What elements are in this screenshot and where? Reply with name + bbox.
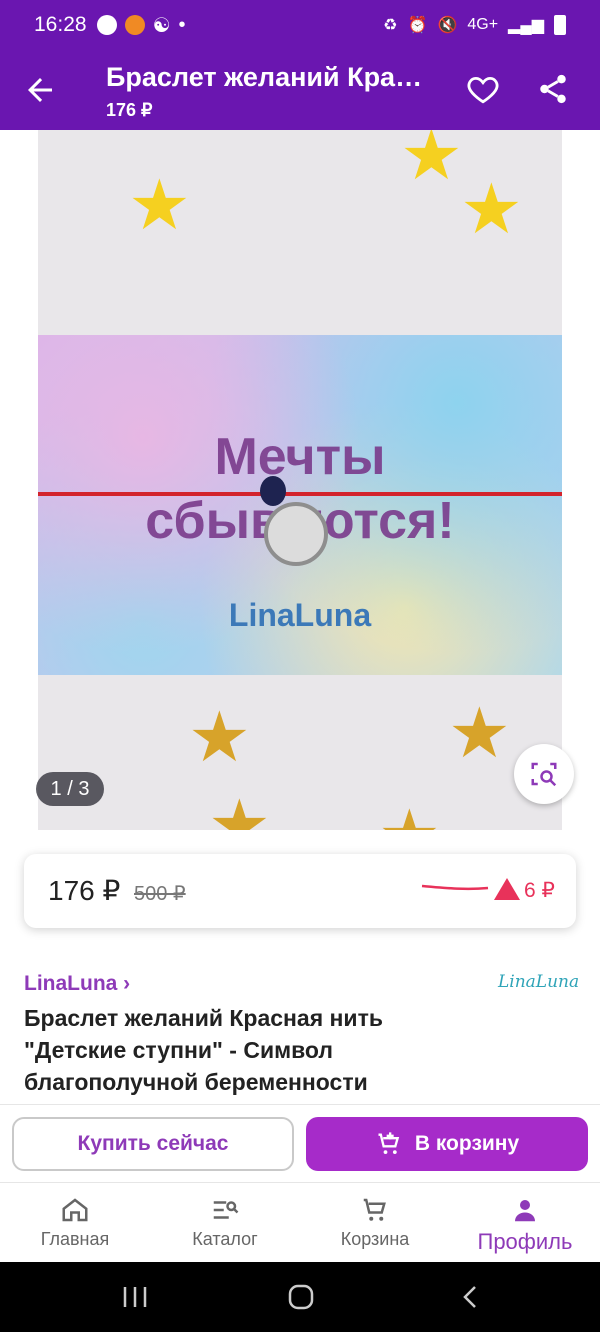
add-to-cart-button[interactable]: В корзину <box>306 1117 588 1171</box>
network-type: 4G+ <box>467 16 499 33</box>
price-change: 6 ₽ <box>524 879 555 902</box>
price-up-icon <box>494 878 520 900</box>
price-trend-icon <box>421 884 489 891</box>
bottom-navigation: Главная Каталог Корзина Профиль <box>0 1182 600 1262</box>
page-subtitle-price: 176 ₽ <box>106 100 153 120</box>
price-card[interactable]: 176 ₽ 500 ₽ 6 ₽ <box>24 854 576 928</box>
footprints-charm <box>264 502 328 566</box>
star-decoration: ★ <box>378 800 441 830</box>
star-decoration: ★ <box>128 166 191 244</box>
alarm-icon: ⏰ <box>407 17 428 34</box>
card-brand-text: LinaLuna <box>228 597 372 633</box>
cart-icon <box>363 1198 386 1221</box>
star-decoration: ★ <box>448 694 511 772</box>
page-title: Браслет желаний Кра… <box>106 62 423 92</box>
app-bar: Браслет желаний Кра… 176 ₽ <box>0 50 600 130</box>
nav-label-profile: Профиль <box>477 1229 573 1254</box>
visual-search-icon <box>531 762 557 787</box>
product-image-gallery[interactable]: ★ ★ ★ ★ ★ ★ ★ Мечты сбываются! LinaLuna <box>38 130 562 830</box>
status-time: 16:28 <box>34 13 87 36</box>
nav-label-cart: Корзина <box>340 1229 410 1249</box>
profile-icon <box>515 1200 535 1222</box>
buy-now-button[interactable]: Купить сейчас <box>12 1117 294 1171</box>
more-dot-icon: • <box>178 13 186 36</box>
share-icon[interactable] <box>536 72 570 106</box>
back-button-icon[interactable] <box>458 1284 482 1310</box>
status-bar: 16:28 ☯ • ♻ ⏰ 🔇 4G+ ▂▄▆ <box>0 0 600 50</box>
status-notification-icons: ☯ • <box>96 13 186 38</box>
signal-icon: ▂▄▆ <box>508 17 544 34</box>
recycle-icon: ♻ <box>383 17 398 34</box>
bead <box>260 476 286 506</box>
star-decoration: ★ <box>208 786 271 830</box>
mi-app-icon <box>124 15 145 35</box>
nav-label-home: Главная <box>40 1229 110 1249</box>
image-counter-badge: 1 / 3 <box>36 772 104 806</box>
status-right-icons: ♻ ⏰ 🔇 4G+ ▂▄▆ <box>383 15 566 35</box>
nav-item-home[interactable]: Главная <box>0 1183 150 1263</box>
back-arrow-icon[interactable] <box>22 72 58 108</box>
home-button-icon[interactable] <box>287 1284 315 1310</box>
product-title: Браслет желаний Красная нить "Детские ст… <box>24 1005 383 1095</box>
current-price: 176 ₽ <box>48 875 121 906</box>
mute-icon: 🔇 <box>437 17 458 34</box>
nav-item-profile[interactable]: Профиль <box>450 1183 600 1263</box>
home-icon <box>62 1198 88 1222</box>
card-slogan-line1: Мечты <box>214 428 386 486</box>
favorite-heart-icon[interactable] <box>466 72 500 106</box>
action-bar: Купить сейчас В корзину <box>0 1104 600 1182</box>
add-to-cart-label: В корзину <box>414 1132 520 1155</box>
star-decoration: ★ <box>188 698 251 776</box>
system-navigation-bar <box>0 1262 600 1332</box>
nav-item-cart[interactable]: Корзина <box>300 1183 450 1263</box>
nav-label-catalog: Каталог <box>192 1229 258 1249</box>
star-decoration: ★ <box>460 170 523 248</box>
game-icon <box>96 15 117 35</box>
catalog-icon <box>213 1201 239 1219</box>
star-decoration: ★ <box>400 130 463 194</box>
cart-plus-icon <box>378 1132 400 1155</box>
brand-link[interactable]: LinaLuna › <box>24 972 130 996</box>
battery-icon <box>554 15 566 35</box>
brand-logo[interactable]: LinaLuna <box>498 972 579 992</box>
recent-apps-icon[interactable] <box>120 1284 150 1310</box>
red-thread <box>38 492 562 496</box>
visual-search-button[interactable] <box>514 744 574 804</box>
meditation-icon: ☯ <box>152 14 171 37</box>
old-price: 500 ₽ <box>134 883 186 905</box>
nav-item-catalog[interactable]: Каталог <box>150 1183 300 1263</box>
